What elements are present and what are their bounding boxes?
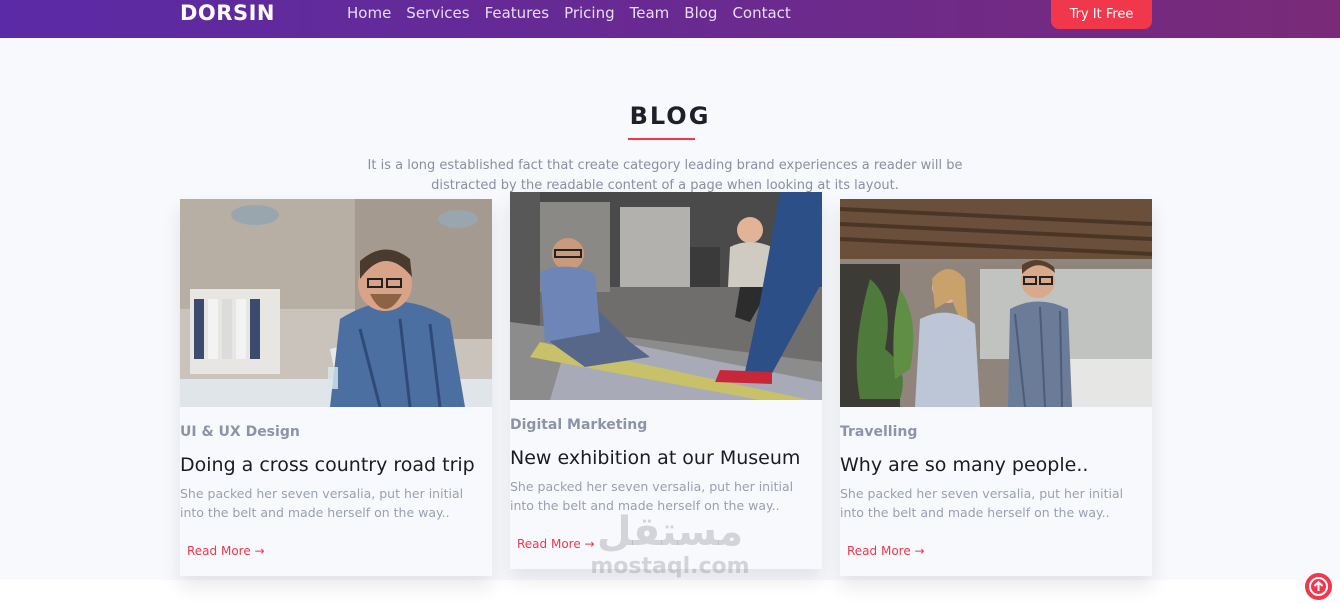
read-more-link[interactable]: Read More → [187, 544, 265, 558]
card-title[interactable]: Doing a cross country road trip [180, 454, 492, 476]
card-excerpt: She packed her seven versalia, put her i… [840, 486, 1124, 520]
office-colleagues-talking-photo [840, 199, 1152, 407]
nav-link-services[interactable]: Services [406, 4, 469, 22]
read-more-link[interactable]: Read More → [847, 544, 925, 558]
arrow-right-icon: → [914, 544, 925, 558]
section-subtitle: It is a long established fact that creat… [367, 158, 963, 193]
watermark-latin: mostaql.com [590, 554, 750, 579]
try-it-free-button[interactable]: Try It Free [1051, 0, 1152, 29]
man-at-laptop-photo [180, 199, 492, 407]
nav-links: Home Services Features Pricing Team Blog… [347, 4, 806, 22]
blog-card: UI & UX Design Doing a cross country roa… [180, 199, 492, 576]
card-category[interactable]: UI & UX Design [180, 424, 492, 440]
card-title[interactable]: Why are so many people.. [840, 454, 1152, 476]
scroll-to-top-button[interactable] [1305, 573, 1332, 600]
brand-logo[interactable]: DORSIN [180, 1, 275, 25]
read-more-label: Read More [187, 544, 251, 558]
read-more-label: Read More [517, 537, 581, 551]
card-excerpt: She packed her seven versalia, put her i… [180, 486, 464, 520]
card-category[interactable]: Digital Marketing [510, 417, 822, 433]
arrow-up-circle-icon [1309, 577, 1328, 596]
blog-card: Travelling Why are so many people.. She … [840, 199, 1152, 576]
card-category[interactable]: Travelling [840, 424, 1152, 440]
nav-link-home[interactable]: Home [347, 4, 391, 22]
nav-link-blog[interactable]: Blog [684, 4, 717, 22]
nav-link-contact[interactable]: Contact [732, 4, 790, 22]
nav-link-team[interactable]: Team [630, 4, 670, 22]
navbar: DORSIN Home Services Features Pricing Te… [0, 0, 1340, 38]
office-floor-meeting-photo [510, 192, 822, 400]
card-title[interactable]: New exhibition at our Museum [510, 447, 822, 469]
watermark-arabic: مستقل [596, 509, 744, 555]
watermark: مستقل mostaql.com [580, 510, 760, 579]
read-more-label: Read More [847, 544, 911, 558]
arrow-right-icon: → [254, 544, 265, 558]
nav-link-pricing[interactable]: Pricing [564, 4, 615, 22]
section-title: BLOG [629, 102, 711, 130]
nav-link-features[interactable]: Features [485, 4, 550, 22]
title-underline [628, 138, 695, 140]
